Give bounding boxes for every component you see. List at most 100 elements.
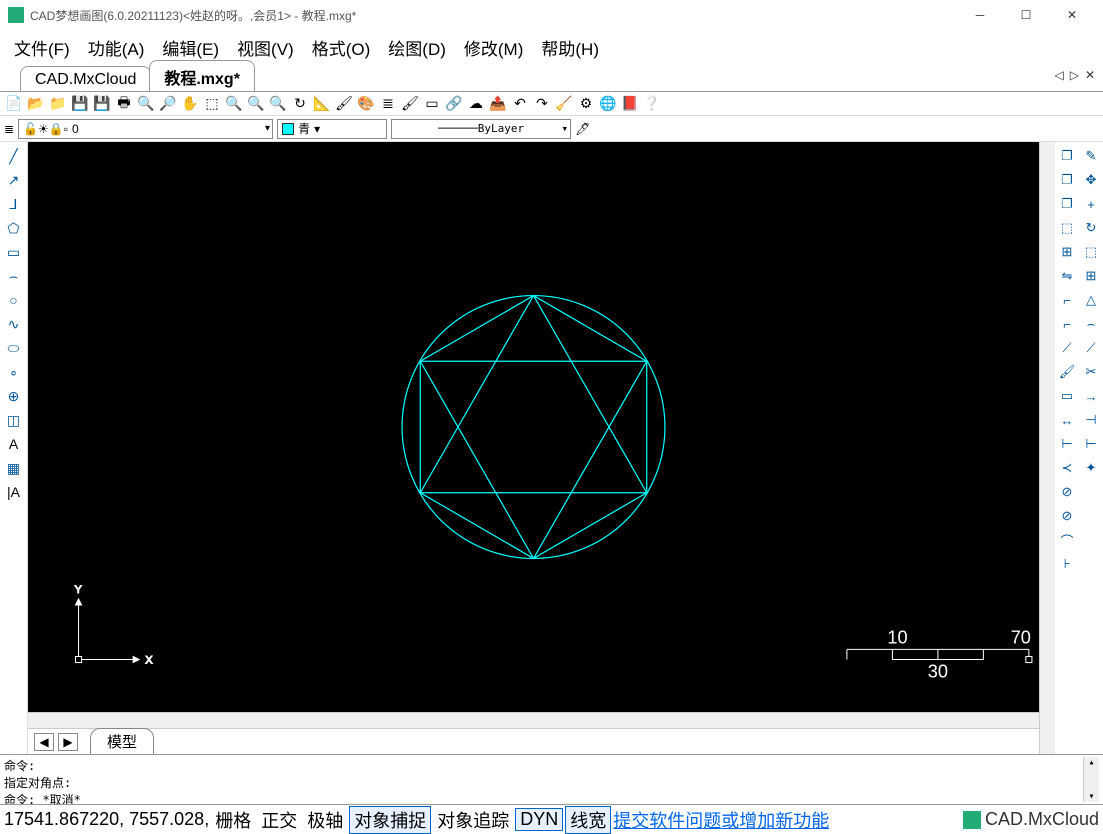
select-icon[interactable]: ⬚ [1057,218,1077,238]
connect-icon[interactable]: 🔗 [444,94,464,114]
tab-prev-icon[interactable]: ◁ [1052,68,1065,82]
layers-icon[interactable]: ≣ [378,94,398,114]
dim-linear-icon[interactable]: ⊢ [1057,434,1077,454]
brush-icon[interactable]: 🖌 [334,94,354,114]
menu-format[interactable]: 格式(O) [312,35,371,60]
rotate-icon[interactable]: ↻ [1081,218,1101,238]
hatch-icon[interactable]: ▦ [4,458,24,478]
explode-icon[interactable]: ✦ [1081,458,1101,478]
move-icon[interactable]: ✥ [1081,170,1101,190]
text-icon[interactable]: A [4,434,24,454]
measure-icon[interactable]: 📐 [312,94,332,114]
dim-radius-icon[interactable]: ⊘ [1057,482,1077,502]
grid-icon[interactable]: ⊞ [1081,266,1101,286]
color-icon[interactable]: 🎨 [356,94,376,114]
command-line[interactable]: 命令: 指定对角点: 命令: *取消* 命令: ▴▾ [0,754,1103,804]
ortho-button[interactable]: 正交 [257,807,301,833]
refresh-icon[interactable]: ↻ [290,94,310,114]
tab-next-button[interactable]: ▶ [58,733,78,751]
menu-function[interactable]: 功能(A) [88,35,145,60]
settings-icon[interactable]: ⚙ [576,94,596,114]
spline-icon[interactable]: ∿ [4,314,24,334]
horizontal-scrollbar[interactable] [28,712,1039,728]
dyn-button[interactable]: DYN [515,808,563,831]
join-icon[interactable]: ⊢ [1081,434,1101,454]
new-icon[interactable]: 📄 [4,94,24,114]
offset-icon[interactable]: ⌐ [1057,290,1077,310]
world-icon[interactable]: 🌐 [598,94,618,114]
dim-align-icon[interactable]: ⊦ [1057,554,1077,574]
snap-grid-button[interactable]: 栅格 [211,807,255,833]
chamfer-icon[interactable]: ⟋ [1081,338,1101,358]
saveas-icon[interactable]: 💾 [92,94,112,114]
menu-file[interactable]: 文件(F) [14,35,70,60]
tab-next-icon[interactable]: ▷ [1068,68,1081,82]
tab-mxcloud[interactable]: CAD.MxCloud [20,66,151,91]
export-icon[interactable]: 📤 [488,94,508,114]
dim-angular-icon[interactable]: ≺ [1057,458,1077,478]
brush2-icon[interactable]: 🖌 [1057,362,1077,382]
tab-prev-button[interactable]: ◀ [34,733,54,751]
scale-icon[interactable]: ▭ [1057,386,1077,406]
ellipse-icon[interactable]: ⬭ [4,338,24,358]
select2-icon[interactable]: ⬚ [1081,242,1101,262]
menu-modify[interactable]: 修改(M) [464,35,523,60]
add-icon[interactable]: + [1081,194,1101,214]
help-icon[interactable]: ❔ [642,94,662,114]
zoom-window-icon[interactable]: ⬚ [202,94,222,114]
zoom-out-icon[interactable]: 🔎 [158,94,178,114]
xline-icon[interactable]: ↗ [4,170,24,190]
menu-help[interactable]: 帮助(H) [541,35,599,60]
zoom-prev-icon[interactable]: 🔍 [246,94,266,114]
zoom-all-icon[interactable]: 🔍 [268,94,288,114]
point-icon[interactable]: ∘ [4,362,24,382]
open-icon[interactable]: 📂 [26,94,46,114]
zoom-in-icon[interactable]: 🔍 [136,94,156,114]
maximize-button[interactable]: ☐ [1003,0,1049,30]
copy-icon[interactable]: ❐ [1057,146,1077,166]
redo-icon[interactable]: ↷ [532,94,552,114]
drawing-canvas[interactable]: X Y 10 70 30 [28,142,1039,712]
print-icon[interactable]: 🖶 [114,94,134,114]
rectangle-icon[interactable]: ▭ [4,242,24,262]
line-icon[interactable]: ╱ [4,146,24,166]
dim-arc-icon[interactable]: ⌒ [1057,530,1077,550]
block-icon[interactable]: ▭ [422,94,442,114]
tab-close-icon[interactable]: ✕ [1083,68,1097,82]
recent-icon[interactable]: 📁 [48,94,68,114]
extend-l-icon[interactable]: ⟋ [1057,338,1077,358]
fillet-icon[interactable]: ⌢ [1081,314,1101,334]
tab-tutorial[interactable]: 教程.mxg* [149,60,255,91]
menu-view[interactable]: 视图(V) [237,35,294,60]
arc-icon[interactable]: ⌢ [4,266,24,286]
polar-button[interactable]: 极轴 [303,807,347,833]
cloud-icon[interactable]: ☁ [466,94,486,114]
menu-edit[interactable]: 编辑(E) [162,35,219,60]
polyline-icon[interactable]: ⅃ [4,194,24,214]
menu-draw[interactable]: 绘图(D) [388,35,446,60]
mirror2-icon[interactable]: △ [1081,290,1101,310]
trim-l-icon[interactable]: ⌐ [1057,314,1077,334]
close-button[interactable]: ✕ [1049,0,1095,30]
zoom-extents-icon[interactable]: 🔍 [224,94,244,114]
pencil-icon[interactable]: ✎ [1081,146,1101,166]
linetype-select[interactable]: ────── ByLayer ▾ [391,119,571,139]
dim-diameter-icon[interactable]: ⊘ [1057,506,1077,526]
polygon-icon[interactable]: ⬠ [4,218,24,238]
insert-icon[interactable]: ⊕ [4,386,24,406]
color-select[interactable]: 青 ▾ [277,119,387,139]
block-icon[interactable]: ◫ [4,410,24,430]
trim-icon[interactable]: ✂ [1081,362,1101,382]
paint-icon[interactable]: 🖌 [400,94,420,114]
pdf-icon[interactable]: 📕 [620,94,640,114]
feedback-link[interactable]: 提交软件问题或增加新功能 [613,807,829,833]
cmd-scrollbar[interactable]: ▴▾ [1083,757,1099,802]
vertical-scrollbar[interactable] [1039,142,1055,754]
layer-select[interactable]: 🔓☀🔒▫ 0 ▾ [18,119,273,139]
break-icon[interactable]: ⊣ [1081,410,1101,430]
save-icon[interactable]: 💾 [70,94,90,114]
minimize-button[interactable]: ─ [957,0,1003,30]
lineweight-button[interactable]: 线宽 [565,806,611,834]
osnap-button[interactable]: 对象捕捉 [349,806,431,834]
clone-icon[interactable]: ❐ [1057,194,1077,214]
